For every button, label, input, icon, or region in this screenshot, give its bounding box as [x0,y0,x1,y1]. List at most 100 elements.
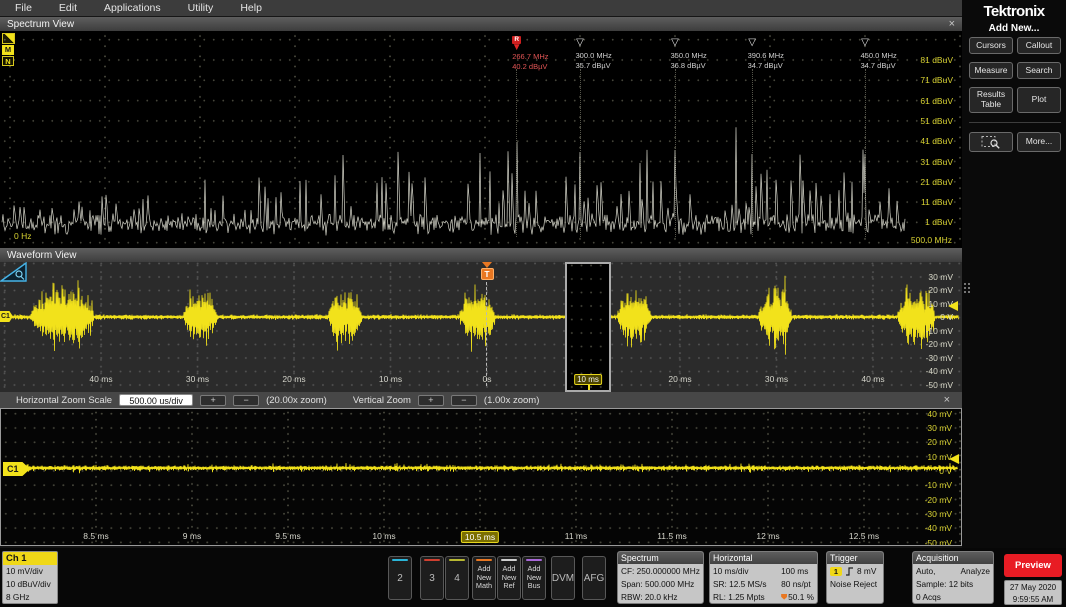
ch1-badge[interactable]: Ch 1 10 mV/div 10 dBuV/div 8 GHz [2,551,58,604]
marker-triangle-icon: ▼ [510,44,523,52]
more-button[interactable]: More... [1017,132,1061,152]
marker-triangle-icon: ▽ [669,36,682,51]
ch1-spectrum-scale: 10 dBuV/div [3,578,57,591]
spectrum-rbw: RBW: 20.0 kHz [621,591,700,604]
add-new-ref-button[interactable]: AddNewRef [497,556,521,600]
spectrum-peak-marker[interactable]: ▽300.0 MHz35.7 dBµV [574,36,644,70]
v-zoom-plus-button[interactable]: + [418,395,444,406]
ch1-bandwidth: 8 GHz [3,591,57,604]
acquisition-sample: Sample: 12 bits [916,578,990,591]
marker-frequency-label: 450.0 MHz [861,51,929,61]
spectrum-normal-trace-badge[interactable]: N [2,56,14,66]
trigger-source-badge: 1 [830,567,842,576]
trigger-badge-title: Trigger [827,552,883,564]
waveform-y-axis-label: 20 mV [928,285,953,295]
plot-button[interactable]: Plot [1017,87,1061,113]
spectrum-reference-marker[interactable]: R▼266.7 MHz40.2 dBµV [510,36,580,71]
measure-button[interactable]: Measure [969,62,1013,79]
dvm-button[interactable]: DVM [551,556,575,600]
trigger-level-arrow-icon[interactable] [949,454,959,464]
spectrum-badge[interactable]: Spectrum CF: 250.000000 MHz Span: 500.00… [617,551,704,604]
results-table-button[interactable]: Results Table [969,87,1013,113]
trigger-level-arrow-icon[interactable] [948,301,958,311]
horizontal-badge[interactable]: Horizontal 10 ms/div 100 ms SR: 12.5 MS/… [709,551,818,604]
preview-button[interactable]: Preview [1004,554,1062,577]
zoom-close-icon[interactable]: × [944,394,950,406]
panel-splitter-handle[interactable] [964,283,971,293]
spectrum-y-axis-label: 41 dBuV [920,136,953,146]
channel-2-button[interactable]: 2 [388,556,412,600]
zoom-scale-toolbar: Horizontal Zoom Scale 500.00 us/div + − … [0,392,962,408]
v-zoom-minus-button[interactable]: − [451,395,477,406]
menu-item-help[interactable]: Help [240,2,262,14]
h-zoom-minus-button[interactable]: − [233,395,259,406]
channel-3-color-stripe [424,559,440,561]
menu-item-edit[interactable]: Edit [59,2,77,14]
callout-button[interactable]: Callout [1017,37,1061,54]
channel-4-button[interactable]: 4 [445,556,469,600]
menu-item-file[interactable]: File [15,2,32,14]
afg-label: AFG [584,573,605,584]
spectrum-close-icon[interactable]: × [949,19,955,29]
channel-2-color-stripe [392,559,408,561]
vertical-zoom-label: Vertical Zoom [353,395,411,406]
trigger-t-icon: T [481,268,494,280]
horizontal-record-length: RL: 1.25 Mpts [713,591,777,604]
marker-frequency-label: 390.6 MHz [748,51,816,61]
spectrum-graticule[interactable]: M N R▼266.7 MHz40.2 dBµV▽300.0 MHz35.7 d… [0,31,962,248]
trigger-position-marker[interactable]: T [480,262,494,280]
channel-3-button[interactable]: 3 [420,556,444,600]
horizontal-zoom-scale-input[interactable]: 500.00 us/div [119,394,193,406]
marker-frequency-label: 300.0 MHz [576,51,644,61]
spectrum-peak-marker[interactable]: ▽450.0 MHz34.7 dBµV [859,36,929,70]
menu-bar: File Edit Applications Utility Help [0,0,962,17]
waveform-y-axis-label: 0 V [940,312,953,322]
marker-guide-line [752,69,753,237]
spectrum-trace-handle-icon[interactable] [2,33,15,44]
ch1-scale: 10 mV/div [3,565,57,578]
menu-item-applications[interactable]: Applications [104,2,161,14]
waveform-graticule[interactable]: T 10 ms C1 30 mV20 mV10 mV0 V-10 mV-20 m… [0,262,962,392]
draw-a-box-zoom-button[interactable] [969,132,1013,152]
waveform-y-axis-label: -50 mV [926,380,953,390]
zoom-box-time-label: 10 ms [574,374,602,385]
afg-button[interactable]: AFG [582,556,606,600]
add-new-math-color-stripe [476,559,492,561]
acquisition-mode: Auto, [916,565,935,578]
waveform-y-axis-label: 30 mV [928,272,953,282]
acquisition-analyze: Analyze [960,565,990,578]
zoom-overview-handle-icon[interactable] [0,262,27,282]
zoom-graticule[interactable]: 40 mV30 mV20 mV10 mV0 V-10 mV-20 mV-30 m… [1,409,961,545]
spectrum-y-axis-label: 61 dBuV [920,96,953,106]
spectrum-x-end-label: 500.0 MHz [911,235,952,245]
search-button[interactable]: Search [1017,62,1061,79]
spectrum-trace-badges: M N [2,33,15,66]
waveform-view-title: Waveform View [7,250,76,261]
bottom-settings-bar: Ch 1 10 mV/div 10 dBuV/div 8 GHz DVM AFG… [0,548,1066,607]
h-zoom-plus-button[interactable]: + [200,395,226,406]
spectrum-view-title-bar[interactable]: Spectrum View × [0,17,962,31]
menu-item-utility[interactable]: Utility [188,2,214,14]
spectrum-view-title: Spectrum View [7,19,74,30]
spectrum-cf: CF: 250.000000 MHz [621,565,700,578]
horizontal-scale: 10 ms/div [713,565,777,578]
horizontal-position-icon [781,594,787,600]
ch1-badge-title: Ch 1 [3,552,57,565]
trigger-badge[interactable]: Trigger 1 8 mV Noise Reject [826,551,884,604]
horizontal-position: 50.1 % [781,591,814,604]
spectrum-max-trace-badge[interactable]: M [2,45,14,55]
zoom-selection-box[interactable]: 10 ms [565,262,611,392]
cursors-button[interactable]: Cursors [969,37,1013,54]
add-new-bus-button[interactable]: AddNewBus [522,556,546,600]
spectrum-peak-marker[interactable]: ▽350.0 MHz36.8 dBµV [669,36,739,70]
trigger-mode: Noise Reject [830,578,880,591]
add-new-math-button[interactable]: AddNewMath [472,556,496,600]
spectrum-peak-marker[interactable]: ▽390.6 MHz34.7 dBµV [746,36,816,70]
horizontal-badge-title: Horizontal [710,552,817,564]
acquisition-badge[interactable]: Acquisition Auto, Analyze Sample: 12 bit… [912,551,994,604]
spectrum-y-axis-label: 21 dBuV [920,177,953,187]
zoom-view-panel: 40 mV30 mV20 mV10 mV0 V-10 mV-20 mV-30 m… [0,408,962,546]
waveform-view-title-bar[interactable]: Waveform View [0,248,962,262]
tektronix-logo: Tektronix [962,3,1066,20]
datetime-display: 27 May 2020 9:59:55 AM [1004,580,1062,605]
